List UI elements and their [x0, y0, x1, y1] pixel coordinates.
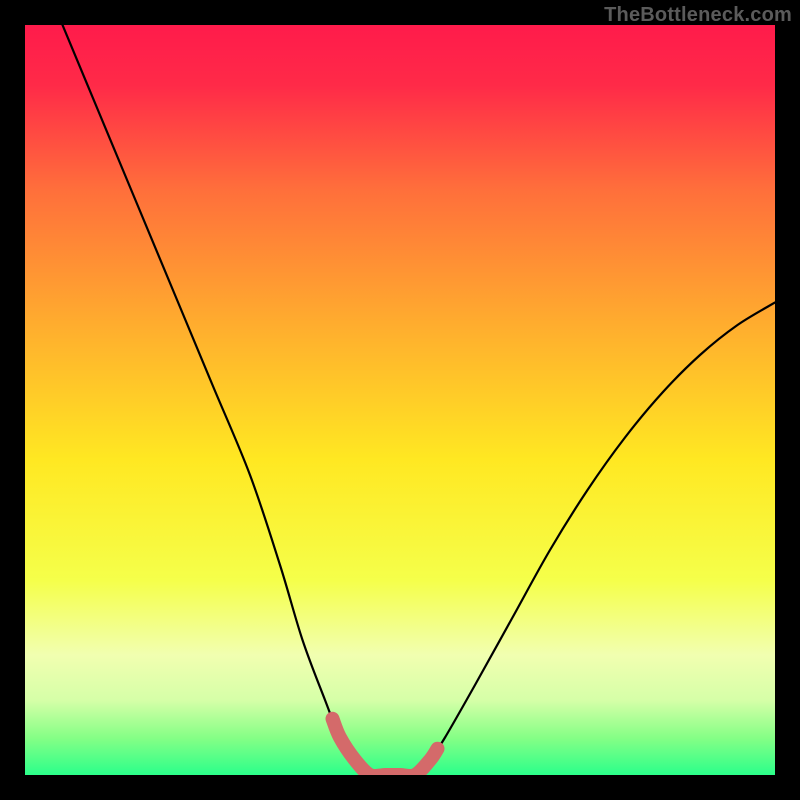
chart-frame: TheBottleneck.com: [0, 0, 800, 800]
curve-layer: [25, 25, 775, 775]
bottleneck-curve: [63, 25, 776, 775]
watermark-text: TheBottleneck.com: [604, 4, 792, 27]
optimal-range-highlight: [333, 719, 438, 775]
plot-area: [25, 25, 775, 775]
